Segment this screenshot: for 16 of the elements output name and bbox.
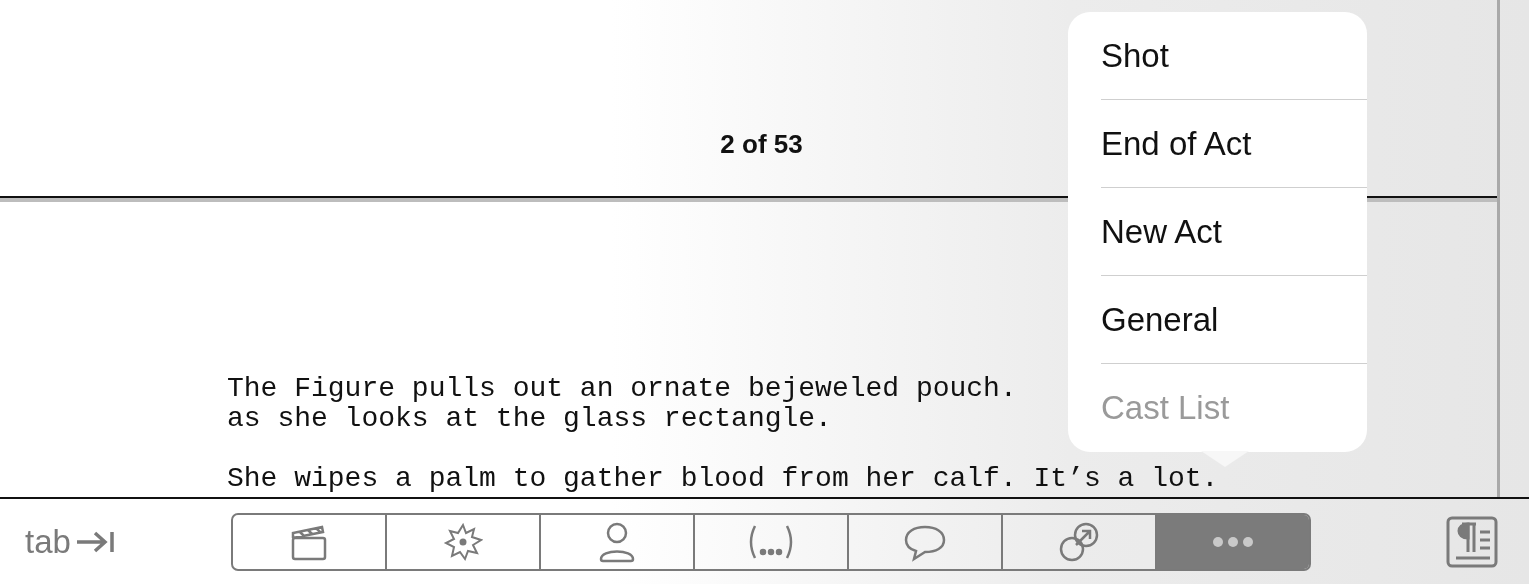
tab-key-button[interactable]: tab	[25, 522, 231, 561]
script-line: as she looks at the glass rectangle.	[227, 404, 832, 434]
person-icon	[597, 520, 637, 563]
page-indicator: 2 of 53	[720, 129, 803, 160]
menu-item[interactable]: General	[1101, 276, 1367, 364]
more-icon	[1212, 535, 1254, 548]
menu-item[interactable]: End of Act	[1101, 100, 1367, 188]
script-line: She wipes a palm to gather blood from her calf. It’s a lot.	[227, 464, 1219, 494]
script-line: The Figure pulls out an ornate bejeweled pouch.	[227, 374, 1017, 404]
element-segment[interactable]	[1155, 514, 1309, 569]
menu-item[interactable]: New Act	[1101, 188, 1367, 276]
pilcrow-icon	[1446, 515, 1498, 568]
linked-circles-icon	[1058, 520, 1100, 563]
pilcrow-button[interactable]	[1446, 515, 1498, 568]
menu-item[interactable]: Shot	[1101, 12, 1367, 100]
starburst-icon	[443, 521, 483, 562]
